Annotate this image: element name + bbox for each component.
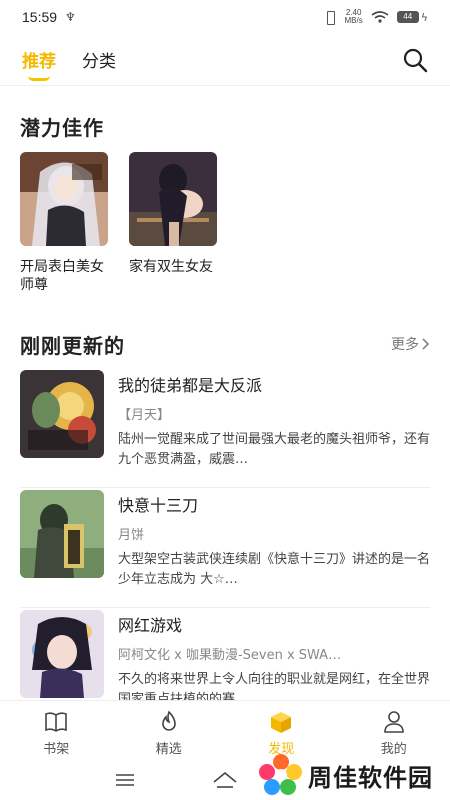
- flame-icon: [161, 710, 176, 731]
- battery-indicator: 44 ϟ: [396, 10, 428, 24]
- charging-icon: ϟ: [420, 10, 428, 24]
- list-item[interactable]: 快意十三刀 月饼 大型架空古装武侠连续剧《快意十三刀》讲述的是一名少年立志成为 …: [20, 488, 430, 608]
- watermark-logo: [259, 754, 302, 795]
- book-title: 我的徒弟都是大反派: [118, 376, 263, 395]
- usb-icon: ♆: [65, 10, 76, 24]
- book-author: 月饼: [118, 528, 145, 543]
- book-cover[interactable]: [20, 370, 104, 458]
- book-author: 【月天】: [118, 408, 171, 423]
- featured-item[interactable]: 家有双生女友: [129, 152, 219, 294]
- watermark: 周佳软件园: [258, 752, 448, 798]
- book-cover[interactable]: [129, 152, 217, 246]
- updated-list: 我的徒弟都是大反派 【月天】 陆州一觉醒来成了世间最强大最老的魔头祖师爷，还有九…: [20, 368, 430, 728]
- vibrate-icon: [323, 11, 337, 25]
- book-title: 网红游戏: [118, 616, 183, 635]
- status-time: 15:59: [22, 9, 58, 25]
- nav-label: 精选: [155, 742, 182, 757]
- tab-recommend-label: 推荐: [22, 52, 56, 72]
- tab-category-label: 分类: [82, 52, 116, 72]
- tab-recommend[interactable]: 推荐: [22, 47, 56, 81]
- book-description: 陆州一觉醒来成了世间最强大最老的魔头祖师爷，还有九个恶贯满盈，威震…: [118, 432, 430, 467]
- watermark-text: 周佳软件园: [308, 763, 433, 792]
- battery-level: 44: [396, 11, 419, 23]
- active-tab-indicator: [28, 76, 50, 81]
- book-description: 大型架空古装武侠连续剧《快意十三刀》讲述的是一名少年立志成为 大☆…: [118, 552, 430, 587]
- book-icon: [45, 712, 68, 732]
- network-speed: 2.40 MB/s: [344, 8, 363, 25]
- book-author: 阿柯文化 x 咖果動漫-Seven x SWA…: [118, 648, 342, 663]
- featured-list: 开局表白美女师尊 家有双生女友: [20, 152, 219, 294]
- cube-icon: [271, 712, 292, 733]
- book-title: 开局表白美女师尊: [20, 259, 104, 293]
- more-link[interactable]: 更多: [391, 334, 430, 354]
- section-title-updated: 刚刚更新的: [20, 334, 125, 358]
- menu-icon[interactable]: [116, 774, 134, 786]
- book-cover[interactable]: [20, 152, 108, 246]
- book-cover[interactable]: [20, 490, 104, 578]
- person-icon: [383, 711, 404, 733]
- list-item[interactable]: 我的徒弟都是大反派 【月天】 陆州一觉醒来成了世间最强大最老的魔头祖师爷，还有九…: [20, 368, 430, 488]
- nav-featured[interactable]: 精选: [113, 701, 226, 762]
- top-tabs: 推荐 分类: [0, 34, 450, 86]
- status-indicators: 2.40 MB/s 44 ϟ: [323, 8, 428, 25]
- book-cover[interactable]: [20, 610, 104, 698]
- more-label: 更多: [391, 337, 419, 353]
- status-bar: 15:59 ♆ 2.40 MB/s 44 ϟ: [0, 0, 450, 34]
- wifi-icon: [371, 11, 389, 23]
- home-icon[interactable]: [212, 770, 238, 790]
- section-title-potential: 潜力佳作: [20, 116, 104, 140]
- tab-category[interactable]: 分类: [82, 47, 116, 72]
- nav-label: 书架: [43, 742, 70, 757]
- nav-bookshelf[interactable]: 书架: [0, 701, 113, 762]
- book-title: 快意十三刀: [118, 496, 199, 515]
- featured-item[interactable]: 开局表白美女师尊: [20, 152, 110, 294]
- book-title: 家有双生女友: [129, 259, 213, 275]
- chevron-right-icon: [422, 338, 430, 350]
- search-icon[interactable]: [402, 47, 428, 73]
